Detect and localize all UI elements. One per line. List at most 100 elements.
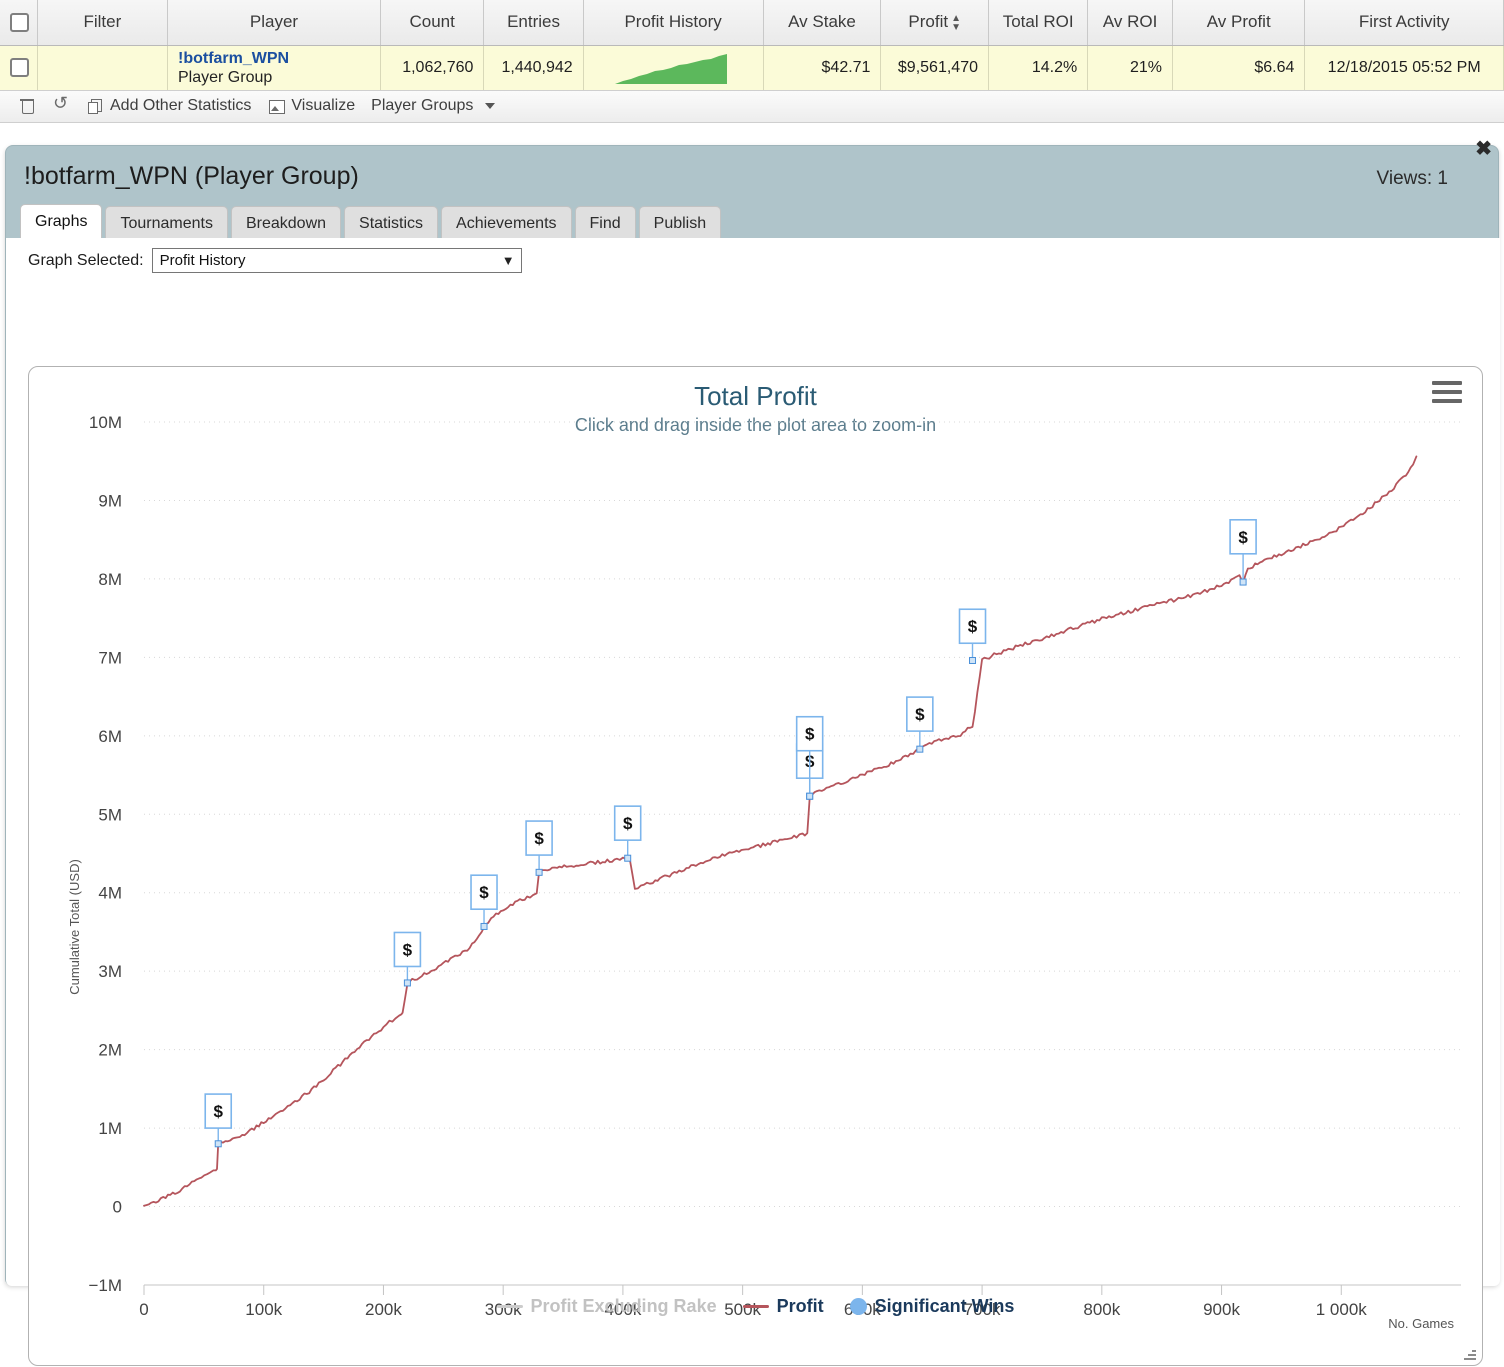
delete-button[interactable] (10, 91, 44, 121)
add-other-statistics-button[interactable]: Add Other Statistics (78, 91, 259, 121)
significant-win-marker[interactable]: $ (525, 820, 553, 876)
column-header-count[interactable]: Count (380, 0, 485, 46)
column-header-profit-history[interactable]: Profit History (583, 0, 764, 46)
statistics-table: Filter Player Count Entries Profit Histo… (0, 0, 1504, 91)
graph-selected-dropdown[interactable]: Profit History ▼ (151, 248, 522, 273)
column-header-av-stake[interactable]: Av Stake (763, 0, 882, 46)
legend-label: Profit Excluding Rake (530, 1296, 717, 1316)
column-header-av-roi[interactable]: Av ROI (1087, 0, 1174, 46)
y-tick-label: 1M (98, 1119, 122, 1138)
tab-graphs[interactable]: Graphs (20, 204, 103, 240)
y-tick-label: 6M (98, 727, 122, 746)
cell-player[interactable]: !botfarm_WPN Player Group (167, 45, 381, 91)
significant-win-marker[interactable]: $ (1229, 519, 1257, 586)
cell-av-profit: $6.64 (1172, 45, 1306, 91)
legend-label: Profit (776, 1296, 824, 1316)
sort-arrows-icon: ▲ ▼ (951, 12, 962, 33)
profit-history-sparkline (615, 53, 728, 84)
detail-panel-tabs: Graphs Tournaments Breakdown Statistics … (20, 204, 724, 240)
dollar-icon: $ (968, 617, 978, 636)
close-icon[interactable]: ✖ (1475, 139, 1492, 159)
chart-x-axis-title: No. Games (1388, 1316, 1454, 1331)
y-tick-label: 10M (89, 413, 122, 432)
dollar-icon: $ (403, 940, 413, 959)
table-row[interactable]: !botfarm_WPN Player Group 1,062,760 1,44… (0, 45, 1504, 91)
detail-panel-body: Graph Selected: Profit History ▼ Total P… (6, 238, 1500, 1366)
player-groups-dropdown[interactable]: Player Groups (363, 91, 503, 121)
statistics-table-container: Filter Player Count Entries Profit Histo… (0, 0, 1504, 91)
player-name-link[interactable]: !botfarm_WPN (178, 49, 370, 68)
dollar-icon: $ (1238, 528, 1248, 547)
y-tick-label: −1M (88, 1276, 122, 1295)
tab-achievements[interactable]: Achievements (441, 206, 572, 240)
image-icon (267, 97, 286, 115)
cell-profit-history (583, 45, 764, 91)
chevron-down-icon (485, 103, 496, 109)
chart-legend: Profit Excluding Rake Profit Significant… (29, 1296, 1482, 1317)
significant-win-marker[interactable]: $ (958, 608, 987, 665)
legend-item-profit[interactable]: Profit (742, 1296, 824, 1317)
cell-first-activity: 12/18/2015 05:52 PM (1304, 45, 1504, 91)
tab-tournaments[interactable]: Tournaments (105, 206, 228, 240)
y-tick-label: 4M (98, 884, 122, 903)
significant-win-marker[interactable]: $ (470, 874, 498, 930)
dollar-icon: $ (805, 725, 815, 744)
legend-item-profit-excluding-rake[interactable]: Profit Excluding Rake (496, 1296, 717, 1317)
profit-line-series[interactable] (143, 455, 1418, 1207)
table-header-row: Filter Player Count Entries Profit Histo… (0, 0, 1504, 46)
player-groups-label: Player Groups (371, 97, 474, 114)
profit-history-chart[interactable]: −1M01M2M3M4M5M6M7M8M9M10M0 100k 200k 300k 40… (29, 367, 1484, 1367)
tab-find[interactable]: Find (574, 206, 636, 240)
column-header-player[interactable]: Player (167, 0, 381, 46)
refresh-icon (52, 93, 70, 115)
cell-av-stake: $42.71 (763, 45, 882, 91)
cell-filter (37, 45, 169, 91)
row-select-cell[interactable] (0, 45, 38, 91)
y-tick-label: 7M (98, 648, 122, 667)
table-action-toolbar: Add Other Statistics Visualize Player Gr… (0, 90, 1504, 123)
trash-icon (18, 97, 36, 115)
select-all-header[interactable] (0, 0, 38, 46)
legend-label: Significant Wins (874, 1296, 1015, 1316)
column-header-first-activity[interactable]: First Activity (1304, 0, 1504, 46)
column-header-total-roi[interactable]: Total ROI (988, 0, 1089, 46)
player-type-label: Player Group (178, 68, 273, 86)
significant-win-marker[interactable]: $ (393, 931, 422, 987)
graph-selected-label: Graph Selected: (28, 251, 144, 269)
graph-selected-value: Profit History (159, 252, 246, 269)
refresh-button[interactable] (44, 91, 78, 121)
tab-statistics[interactable]: Statistics (344, 206, 439, 240)
column-header-profit-label: Profit (908, 12, 949, 32)
legend-item-significant-wins[interactable]: Significant Wins (849, 1296, 1015, 1317)
dollar-icon: $ (213, 1102, 223, 1121)
legend-line-icon (496, 1305, 523, 1308)
tab-breakdown[interactable]: Breakdown (230, 206, 342, 240)
significant-win-marker[interactable]: $ (613, 805, 642, 862)
row-checkbox[interactable] (10, 58, 29, 77)
dollar-icon: $ (623, 814, 633, 833)
y-tick-label: 5M (98, 805, 122, 824)
dollar-icon: $ (915, 705, 925, 724)
tab-publish[interactable]: Publish (638, 206, 722, 240)
y-tick-label: 0 (113, 1198, 122, 1217)
views-counter: Views: 1 (1376, 168, 1448, 189)
detail-panel-header: !botfarm_WPN (Player Group) Views: 1 ✖ (6, 139, 1498, 206)
significant-win-marker[interactable]: $ (204, 1093, 233, 1148)
dollar-icon: $ (479, 883, 489, 902)
legend-circle-icon (849, 1298, 867, 1315)
column-header-filter[interactable]: Filter (37, 0, 169, 46)
column-header-entries[interactable]: Entries (483, 0, 584, 46)
select-all-checkbox[interactable] (10, 13, 29, 33)
column-header-av-profit[interactable]: Av Profit (1172, 0, 1306, 46)
detail-panel: !botfarm_WPN (Player Group) Views: 1 ✖ G… (5, 139, 1500, 1366)
resize-handle[interactable] (1460, 1345, 1476, 1361)
copy-icon (86, 97, 104, 115)
column-header-profit[interactable]: Profit ▲ ▼ (880, 0, 989, 46)
cell-entries: 1,440,942 (483, 45, 584, 91)
legend-line-icon (742, 1305, 769, 1308)
dollar-icon: $ (534, 829, 544, 848)
cell-av-roi: 21% (1087, 45, 1174, 91)
graph-selector-row: Graph Selected: Profit History ▼ (6, 238, 1500, 273)
cell-profit: $9,561,470 (880, 45, 989, 91)
visualize-button[interactable]: Visualize (259, 91, 363, 121)
